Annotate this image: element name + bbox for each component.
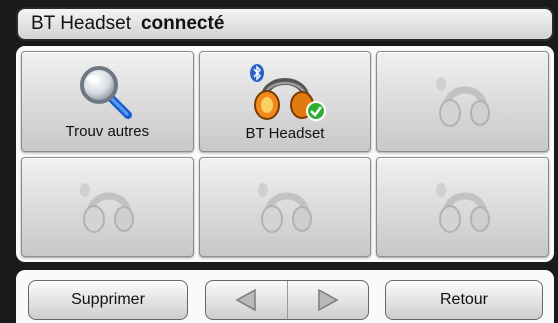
headset-placeholder-icon [80, 182, 135, 233]
search-other-devices-tile[interactable]: Trouv autres [21, 51, 194, 152]
arrow-left-icon [235, 288, 256, 312]
device-grid: Trouv autres BT Headset [16, 46, 554, 262]
device-name: BT Headset [31, 13, 131, 34]
empty-headset-slot[interactable] [198, 156, 372, 257]
search-tile-label: Trouv autres [65, 122, 150, 140]
page-navigation [205, 280, 369, 320]
next-page-button[interactable] [286, 281, 369, 319]
headset-icon [249, 63, 326, 121]
previous-page-button[interactable] [206, 281, 287, 319]
bluetooth-icon [249, 63, 264, 82]
connected-check-icon [305, 100, 326, 121]
magnifier-icon [80, 65, 133, 119]
headset-placeholder-icon [435, 182, 490, 233]
bt-headset-tile[interactable]: BT Headset [198, 51, 372, 152]
bottom-toolbar: Supprimer Retour [16, 270, 554, 323]
empty-headset-slot[interactable] [376, 51, 549, 152]
connection-status: connecté [140, 13, 225, 34]
empty-headset-slot[interactable] [376, 156, 549, 257]
arrow-right-icon [318, 288, 339, 312]
back-button[interactable]: Retour [385, 280, 543, 320]
empty-headset-slot[interactable] [21, 156, 194, 257]
title-bar: BT Headset connecté [16, 7, 554, 41]
delete-button[interactable]: Supprimer [28, 280, 188, 320]
headset-placeholder-icon [257, 182, 312, 233]
bt-headset-tile-label: BT Headset [245, 124, 325, 142]
screen: BT Headset connecté Trouv autres BT Head… [0, 0, 558, 323]
headset-placeholder-icon [435, 77, 490, 128]
